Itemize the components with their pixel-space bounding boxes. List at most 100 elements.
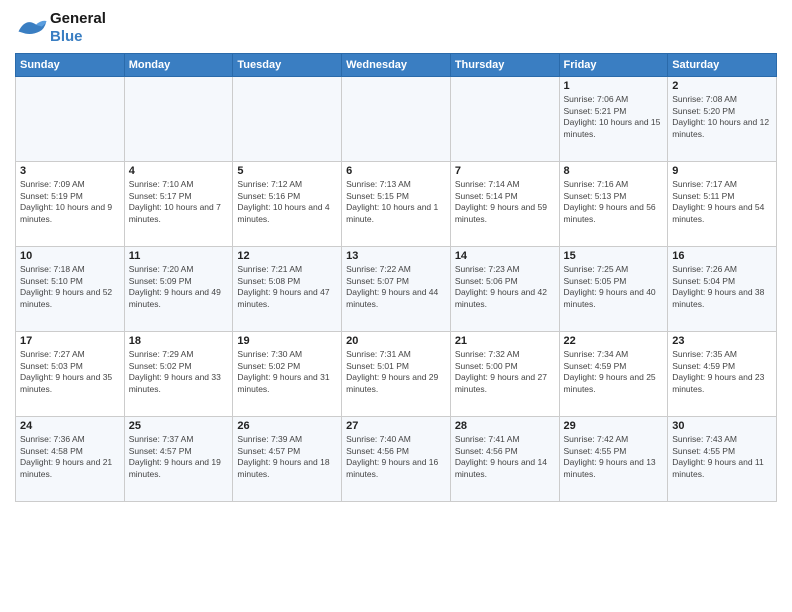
calendar-header-monday: Monday (124, 54, 233, 77)
calendar-table: SundayMondayTuesdayWednesdayThursdayFrid… (15, 53, 777, 502)
calendar-cell: 19 Sunrise: 7:30 AM Sunset: 5:02 PM Dayli… (233, 332, 342, 417)
day-info: Sunrise: 7:31 AM Sunset: 5:01 PM Dayligh… (346, 349, 446, 395)
day-number: 26 (237, 420, 337, 432)
page: General Blue SundayMondayTuesdayWednesda… (0, 0, 792, 612)
day-info: Sunrise: 7:09 AM Sunset: 5:19 PM Dayligh… (20, 179, 120, 225)
day-info: Sunrise: 7:20 AM Sunset: 5:09 PM Dayligh… (129, 264, 229, 310)
calendar-cell: 16 Sunrise: 7:26 AM Sunset: 5:04 PM Dayli… (668, 247, 777, 332)
day-number: 28 (455, 420, 555, 432)
calendar-cell: 15 Sunrise: 7:25 AM Sunset: 5:05 PM Dayli… (559, 247, 668, 332)
day-number: 11 (129, 250, 229, 262)
calendar-cell: 20 Sunrise: 7:31 AM Sunset: 5:01 PM Dayli… (342, 332, 451, 417)
day-number: 30 (672, 420, 772, 432)
calendar-cell: 28Sunrise: 7:41 AM Sunset: 4:56 PM Dayli… (450, 417, 559, 502)
logo-blue: Blue (50, 28, 83, 45)
calendar-cell: 5 Sunrise: 7:12 AM Sunset: 5:16 PM Daylig… (233, 162, 342, 247)
calendar-header-sunday: Sunday (16, 54, 125, 77)
day-info: Sunrise: 7:39 AM Sunset: 4:57 PM Dayligh… (237, 434, 337, 480)
day-number: 6 (346, 165, 446, 177)
logo-icon (15, 14, 50, 42)
day-info: Sunrise: 7:17 AM Sunset: 5:11 PM Dayligh… (672, 179, 772, 225)
calendar-cell (233, 77, 342, 162)
calendar-week-5: 24Sunrise: 7:36 AM Sunset: 4:58 PM Dayli… (16, 417, 777, 502)
calendar-cell (16, 77, 125, 162)
calendar-cell: 18 Sunrise: 7:29 AM Sunset: 5:02 PM Dayli… (124, 332, 233, 417)
day-info: Sunrise: 7:23 AM Sunset: 5:06 PM Dayligh… (455, 264, 555, 310)
calendar-cell: 30 Sunrise: 7:43 AM Sunset: 4:55 PM Dayli… (668, 417, 777, 502)
day-number: 14 (455, 250, 555, 262)
day-number: 29 (564, 420, 664, 432)
calendar-cell: 12 Sunrise: 7:21 AM Sunset: 5:08 PM Dayli… (233, 247, 342, 332)
day-info: Sunrise: 7:21 AM Sunset: 5:08 PM Dayligh… (237, 264, 337, 310)
day-number: 27 (346, 420, 446, 432)
day-number: 25 (129, 420, 229, 432)
day-number: 8 (564, 165, 664, 177)
day-number: 22 (564, 335, 664, 347)
day-info: Sunrise: 7:16 AM Sunset: 5:13 PM Dayligh… (564, 179, 664, 225)
calendar-header-thursday: Thursday (450, 54, 559, 77)
calendar-cell: 9 Sunrise: 7:17 AM Sunset: 5:11 PM Daylig… (668, 162, 777, 247)
day-info: Sunrise: 7:32 AM Sunset: 5:00 PM Dayligh… (455, 349, 555, 395)
calendar-header-wednesday: Wednesday (342, 54, 451, 77)
calendar-cell: 1 Sunrise: 7:06 AM Sunset: 5:21 PM Daylig… (559, 77, 668, 162)
calendar-cell: 10 Sunrise: 7:18 AM Sunset: 5:10 PM Dayli… (16, 247, 125, 332)
day-number: 7 (455, 165, 555, 177)
calendar-cell: 26 Sunrise: 7:39 AM Sunset: 4:57 PM Dayli… (233, 417, 342, 502)
day-number: 15 (564, 250, 664, 262)
calendar-week-3: 10 Sunrise: 7:18 AM Sunset: 5:10 PM Dayli… (16, 247, 777, 332)
day-info: Sunrise: 7:29 AM Sunset: 5:02 PM Dayligh… (129, 349, 229, 395)
calendar-cell: 11 Sunrise: 7:20 AM Sunset: 5:09 PM Dayli… (124, 247, 233, 332)
day-number: 2 (672, 80, 772, 92)
day-info: Sunrise: 7:36 AM Sunset: 4:58 PM Dayligh… (20, 434, 120, 480)
day-number: 17 (20, 335, 120, 347)
calendar-header-row: SundayMondayTuesdayWednesdayThursdayFrid… (16, 54, 777, 77)
calendar-cell: 23Sunrise: 7:35 AM Sunset: 4:59 PM Dayli… (668, 332, 777, 417)
day-info: Sunrise: 7:34 AM Sunset: 4:59 PM Dayligh… (564, 349, 664, 395)
day-number: 3 (20, 165, 120, 177)
calendar-cell: 3 Sunrise: 7:09 AM Sunset: 5:19 PM Daylig… (16, 162, 125, 247)
day-number: 19 (237, 335, 337, 347)
calendar-week-4: 17 Sunrise: 7:27 AM Sunset: 5:03 PM Dayli… (16, 332, 777, 417)
day-number: 10 (20, 250, 120, 262)
day-info: Sunrise: 7:27 AM Sunset: 5:03 PM Dayligh… (20, 349, 120, 395)
day-info: Sunrise: 7:13 AM Sunset: 5:15 PM Dayligh… (346, 179, 446, 225)
calendar-header-saturday: Saturday (668, 54, 777, 77)
day-number: 20 (346, 335, 446, 347)
calendar-cell: 13Sunrise: 7:22 AM Sunset: 5:07 PM Dayli… (342, 247, 451, 332)
calendar-cell: 25 Sunrise: 7:37 AM Sunset: 4:57 PM Dayli… (124, 417, 233, 502)
day-number: 1 (564, 80, 664, 92)
day-number: 16 (672, 250, 772, 262)
day-info: Sunrise: 7:18 AM Sunset: 5:10 PM Dayligh… (20, 264, 120, 310)
day-info: Sunrise: 7:37 AM Sunset: 4:57 PM Dayligh… (129, 434, 229, 480)
day-info: Sunrise: 7:40 AM Sunset: 4:56 PM Dayligh… (346, 434, 446, 480)
calendar-cell: 2 Sunrise: 7:08 AM Sunset: 5:20 PM Daylig… (668, 77, 777, 162)
calendar-cell: 22 Sunrise: 7:34 AM Sunset: 4:59 PM Dayli… (559, 332, 668, 417)
calendar-cell (342, 77, 451, 162)
day-number: 23 (672, 335, 772, 347)
day-info: Sunrise: 7:08 AM Sunset: 5:20 PM Dayligh… (672, 94, 772, 140)
day-number: 18 (129, 335, 229, 347)
calendar-cell: 7Sunrise: 7:14 AM Sunset: 5:14 PM Daylig… (450, 162, 559, 247)
day-info: Sunrise: 7:06 AM Sunset: 5:21 PM Dayligh… (564, 94, 664, 140)
calendar-cell: 14 Sunrise: 7:23 AM Sunset: 5:06 PM Dayli… (450, 247, 559, 332)
day-number: 9 (672, 165, 772, 177)
day-number: 4 (129, 165, 229, 177)
calendar-cell: 17 Sunrise: 7:27 AM Sunset: 5:03 PM Dayli… (16, 332, 125, 417)
day-number: 21 (455, 335, 555, 347)
day-info: Sunrise: 7:26 AM Sunset: 5:04 PM Dayligh… (672, 264, 772, 310)
day-info: Sunrise: 7:12 AM Sunset: 5:16 PM Dayligh… (237, 179, 337, 225)
calendar-header-friday: Friday (559, 54, 668, 77)
day-info: Sunrise: 7:25 AM Sunset: 5:05 PM Dayligh… (564, 264, 664, 310)
calendar-week-1: 1 Sunrise: 7:06 AM Sunset: 5:21 PM Daylig… (16, 77, 777, 162)
header: General Blue (15, 10, 777, 45)
calendar-cell: 21 Sunrise: 7:32 AM Sunset: 5:00 PM Dayli… (450, 332, 559, 417)
day-number: 12 (237, 250, 337, 262)
calendar-cell: 6 Sunrise: 7:13 AM Sunset: 5:15 PM Daylig… (342, 162, 451, 247)
day-info: Sunrise: 7:43 AM Sunset: 4:55 PM Dayligh… (672, 434, 772, 480)
calendar-header-tuesday: Tuesday (233, 54, 342, 77)
calendar-week-2: 3 Sunrise: 7:09 AM Sunset: 5:19 PM Daylig… (16, 162, 777, 247)
day-info: Sunrise: 7:10 AM Sunset: 5:17 PM Dayligh… (129, 179, 229, 225)
day-number: 5 (237, 165, 337, 177)
calendar-cell: 24Sunrise: 7:36 AM Sunset: 4:58 PM Dayli… (16, 417, 125, 502)
day-info: Sunrise: 7:30 AM Sunset: 5:02 PM Dayligh… (237, 349, 337, 395)
